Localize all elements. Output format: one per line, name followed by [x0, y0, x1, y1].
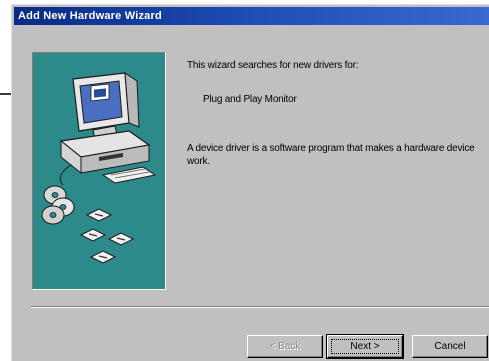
title-bar[interactable]: Add New Hardware Wizard: [14, 7, 489, 25]
window-title: Add New Hardware Wizard: [18, 10, 162, 22]
description-text: A device driver is a software program th…: [187, 143, 475, 167]
wizard-illustration: [32, 52, 166, 290]
intro-text: This wizard searches for new drivers for…: [187, 60, 359, 71]
cancel-button[interactable]: Cancel: [412, 335, 488, 358]
next-button-label: Next >: [350, 340, 380, 352]
wizard-dialog: Add New Hardware Wizard This wizard sear…: [11, 4, 489, 361]
screenshot-page: Add New Hardware Wizard This wizard sear…: [0, 0, 489, 361]
button-separator: [31, 306, 489, 308]
device-name: Plug and Play Monitor: [203, 94, 297, 105]
back-button[interactable]: < Back: [247, 335, 323, 358]
cd-discs: [41, 185, 75, 225]
next-button[interactable]: Next >: [326, 334, 404, 359]
computer-install-icon: [41, 72, 157, 264]
